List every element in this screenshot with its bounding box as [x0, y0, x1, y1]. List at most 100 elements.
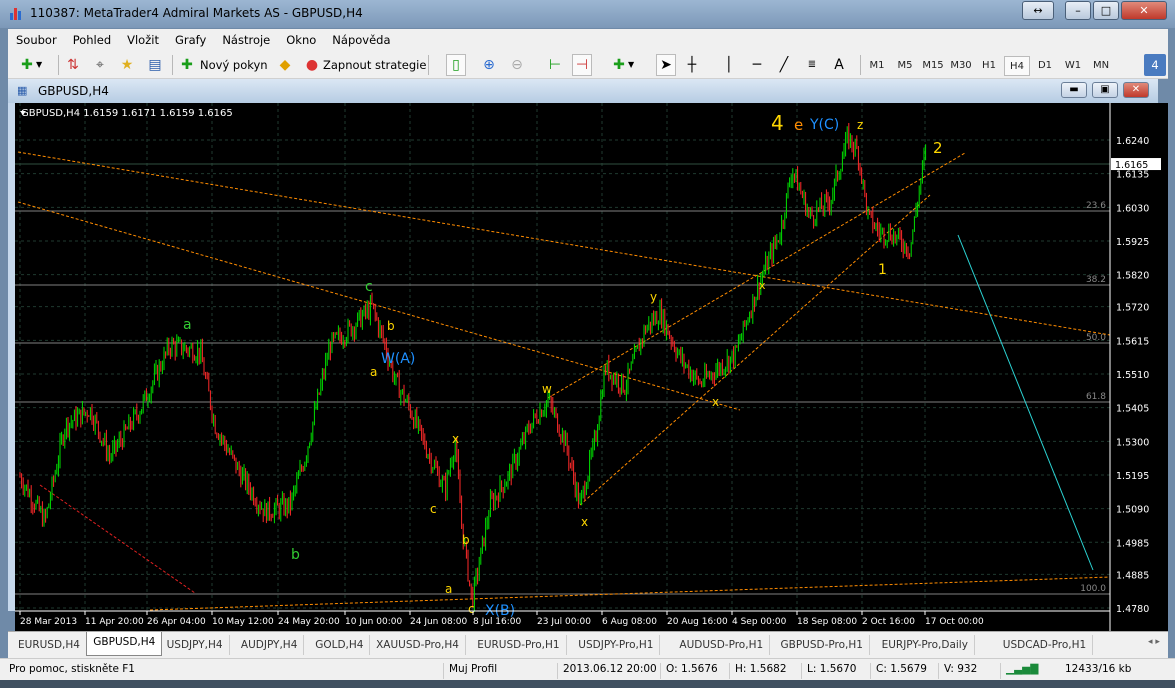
notifications-badge[interactable]: 4: [1144, 54, 1166, 76]
menu-pohled[interactable]: Pohled: [65, 29, 119, 47]
chart-canvas[interactable]: 23.6 38.2 50.0 61.8 100.0 4 e Y(C) z 2 1 y w x x x x a b c a…: [15, 103, 1168, 631]
menu-grafy[interactable]: Grafy: [167, 29, 214, 47]
menu-soubor[interactable]: Soubor: [8, 29, 65, 47]
tab-gbpusd-pro-h1[interactable]: GBPUSD-Pro,H1: [775, 635, 870, 655]
navigator-button[interactable]: ★: [118, 54, 136, 76]
wave-label: x: [712, 395, 719, 409]
zoom-in-icon: ⊕: [483, 57, 495, 73]
time-tick: 10 May 12:00: [212, 617, 274, 627]
wave-label: b: [462, 533, 470, 547]
menu-napoveda[interactable]: Nápověda: [324, 29, 398, 47]
price-tick: 1.6240: [1116, 136, 1149, 147]
price-tick: 1.4885: [1116, 570, 1149, 581]
trendline-tool[interactable]: ╱: [775, 54, 793, 76]
wave-label: x: [452, 432, 459, 446]
time-tick: 20 Aug 16:00: [667, 617, 728, 627]
wave-label: 4: [771, 111, 784, 135]
text-tool[interactable]: A: [830, 54, 848, 76]
timeframe-h4[interactable]: H4: [1004, 56, 1030, 76]
fibonacci-icon: ≣: [807, 59, 817, 70]
timeframe-d1[interactable]: D1: [1032, 56, 1058, 76]
chart-minimize-button[interactable]: ▬: [1061, 82, 1087, 98]
tab-audusd-pro-h1[interactable]: AUDUSD-Pro,H1: [673, 635, 771, 655]
chart-window-title: GBPUSD,H4: [38, 84, 109, 98]
zoom-in-button[interactable]: ⊕: [480, 54, 498, 76]
tab-eurusd-h4[interactable]: EURUSD,H4: [12, 635, 87, 655]
autoscroll-button[interactable]: ⊢: [546, 54, 564, 76]
timeframe-w1[interactable]: W1: [1060, 56, 1086, 76]
market-watch-icon: ⇅: [67, 57, 79, 73]
time-tick: 17 Oct 00:00: [925, 617, 984, 627]
time-tick: 4 Sep 00:00: [732, 617, 787, 627]
candlestick-mode-button[interactable]: ▯: [446, 54, 466, 76]
terminal-button[interactable]: ▤: [146, 54, 164, 76]
new-order-button[interactable]: ✚ Nový pokyn: [178, 54, 268, 76]
new-chart-button[interactable]: ✚ ▼: [18, 54, 42, 76]
data-window-button[interactable]: ⌖: [91, 54, 109, 76]
price-tick: 1.6135: [1116, 170, 1149, 181]
time-tick: 6 Aug 08:00: [602, 617, 657, 627]
indicators-icon: ✚: [613, 57, 625, 73]
candlestick-icon: ▯: [452, 57, 460, 73]
timeframe-m30[interactable]: M30: [948, 56, 974, 76]
fib-level-label: 38.2: [1086, 275, 1106, 285]
price-chart[interactable]: 23.6 38.2 50.0 61.8 100.0 4 e Y(C) z 2 1 y w x x x x a b c a…: [15, 103, 1168, 631]
time-tick: 26 Apr 04:00: [147, 617, 206, 627]
maximize-button[interactable]: □: [1093, 1, 1119, 20]
minimize-button[interactable]: –: [1065, 1, 1091, 20]
wave-label: a: [370, 365, 377, 379]
timeframe-h1[interactable]: H1: [976, 56, 1002, 76]
timeframe-m1[interactable]: M1: [864, 56, 890, 76]
vertical-line-tool[interactable]: │: [720, 54, 738, 76]
tab-usdcad-pro-h1[interactable]: USDCAD-Pro,H1: [997, 635, 1094, 655]
expert-advisors-button[interactable]: ● Zapnout strategie: [303, 54, 427, 76]
cursor-tool[interactable]: ➤: [656, 54, 676, 76]
wave-label: b: [387, 319, 395, 333]
zoom-out-button[interactable]: ⊖: [508, 54, 526, 76]
status-volume: V: 932: [938, 663, 977, 679]
chart-header: GBPUSD,H4 1.6159 1.6171 1.6159 1.6165: [21, 108, 233, 119]
status-low: L: 1.5670: [801, 663, 856, 679]
price-tick: 1.4780: [1116, 604, 1149, 615]
tab-audjpy-h4[interactable]: AUDJPY,H4: [235, 635, 305, 655]
chart-shift-icon: ⊣: [575, 57, 589, 73]
menu-okno[interactable]: Okno: [278, 29, 324, 47]
tab-eurusd-pro-h1[interactable]: EURUSD-Pro,H1: [471, 635, 567, 655]
menu-vlozit[interactable]: Vložit: [119, 29, 167, 47]
tab-gold-h4[interactable]: GOLD,H4: [309, 635, 371, 655]
alert-button[interactable]: ◆: [276, 54, 294, 76]
price-tick: 1.6030: [1116, 203, 1149, 214]
indicators-button[interactable]: ✚ ▼: [610, 54, 634, 76]
fibonacci-tool[interactable]: ≣: [803, 54, 821, 76]
close-button[interactable]: ✕: [1121, 1, 1167, 20]
current-price-label: 1.6165: [1115, 160, 1148, 171]
market-watch-button[interactable]: ⇅: [64, 54, 82, 76]
time-tick: 24 Jun 08:00: [410, 617, 467, 627]
menu-bar: Soubor Pohled Vložit Grafy Nástroje Okno Nápov…: [8, 29, 1168, 51]
wave-label: b: [291, 547, 300, 563]
price-tick: 1.5510: [1116, 370, 1149, 381]
tab-usdjpy-pro-h1[interactable]: USDJPY-Pro,H1: [572, 635, 661, 655]
tab-gbpusd-h4[interactable]: GBPUSD,H4: [86, 632, 163, 656]
timeframe-mn[interactable]: MN: [1088, 56, 1114, 76]
timeframe-m15[interactable]: M15: [920, 56, 946, 76]
title-bar: 110387: MetaTrader4 Admiral Markets AS -…: [0, 0, 1175, 28]
tab-usdjpy-h4[interactable]: USDJPY,H4: [161, 635, 230, 655]
tab-scroll-arrows[interactable]: ◂ ▸: [1148, 637, 1160, 647]
new-order-label: Nový pokyn: [200, 58, 268, 72]
chart-close-button[interactable]: ✕: [1123, 82, 1149, 98]
menu-nastroje[interactable]: Nástroje: [214, 29, 278, 47]
timeframe-m5[interactable]: M5: [892, 56, 918, 76]
horizontal-line-tool[interactable]: ─: [748, 54, 766, 76]
time-tick: 23 Jul 00:00: [537, 617, 591, 627]
price-tick: 1.5720: [1116, 303, 1149, 314]
tab-xauusd-pro-h4[interactable]: XAUUSD-Pro,H4: [370, 635, 466, 655]
restore-arrows-button[interactable]: ↔: [1022, 1, 1054, 20]
status-datetime: 2013.06.12 20:00: [557, 663, 657, 679]
chart-maximize-button[interactable]: ▣: [1092, 82, 1118, 98]
crosshair-icon: ⌖: [96, 57, 104, 73]
tab-eurjpy-pro-daily[interactable]: EURJPY-Pro,Daily: [876, 635, 975, 655]
chart-shift-button[interactable]: ⊣: [572, 54, 592, 76]
wave-label: 2: [933, 139, 943, 157]
crosshair-tool[interactable]: ┼: [683, 54, 701, 76]
